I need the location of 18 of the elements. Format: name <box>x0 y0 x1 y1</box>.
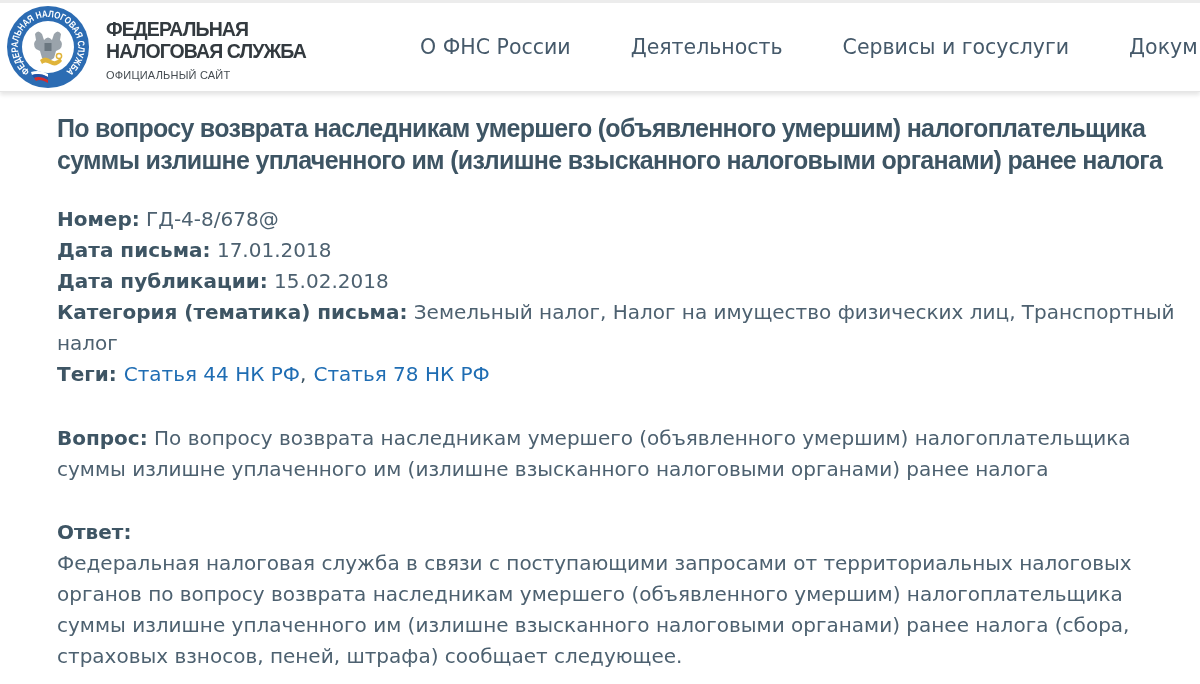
nav-link[interactable]: Сервисы и госуслуги <box>842 35 1070 59</box>
meta-field: Дата публикации: 15.02.2018 <box>57 266 1185 297</box>
site-title[interactable]: ФЕДЕРАЛЬНАЯ НАЛОГОВАЯ СЛУЖБА <box>106 17 306 62</box>
tags-label: Теги: <box>57 362 117 386</box>
tag-link[interactable]: Статья 44 НК РФ <box>123 362 301 386</box>
meta-field: Номер: ГД-4-8/678@ <box>57 204 1185 235</box>
tag-separator: , <box>300 362 307 386</box>
nav-link[interactable]: Деятельность <box>630 35 783 59</box>
site-subtitle: ОФИЦИАЛЬНЫЙ САЙТ <box>106 68 232 81</box>
answer-text: Федеральная налоговая служба в связи с поступающими запросами от территориальных налоговых органов по вопросу возврата наследникам умершего (объявленного умершим) налогоплательщика суммы излишне уплаченного им (излишне взысканного налоговыми органами) ранее налога (сбора, страховых взносов, пеней, штрафа) сообщает следующее. <box>57 550 1133 670</box>
tag-link[interactable]: Статья 78 НК РФ <box>313 362 490 386</box>
meta-field: Дата письма: 17.01.2018 <box>57 235 1185 266</box>
question-text: Вопрос: По вопросу возврата наследникам умершего (объявленного умершим) налогоплательщика суммы излишне уплаченного им (излишне взысканного налоговыми органами) ранее налога <box>57 425 1132 483</box>
meta-field: Категория (тематика) письма: Земельный налог, Налог на имущество физических лиц, Транспортный налог <box>57 297 1185 359</box>
nav-link[interactable]: О ФНС России <box>420 35 571 59</box>
answer-heading: Ответ: <box>57 519 132 546</box>
nav-link[interactable]: Докум <box>1129 35 1198 59</box>
article-title: По вопросу возврата наследникам умершего (объявленного умершим) налогоплательщика суммы излишне уплаченного им (излишне взысканного налоговыми органами) ранее налога <box>57 113 1164 176</box>
